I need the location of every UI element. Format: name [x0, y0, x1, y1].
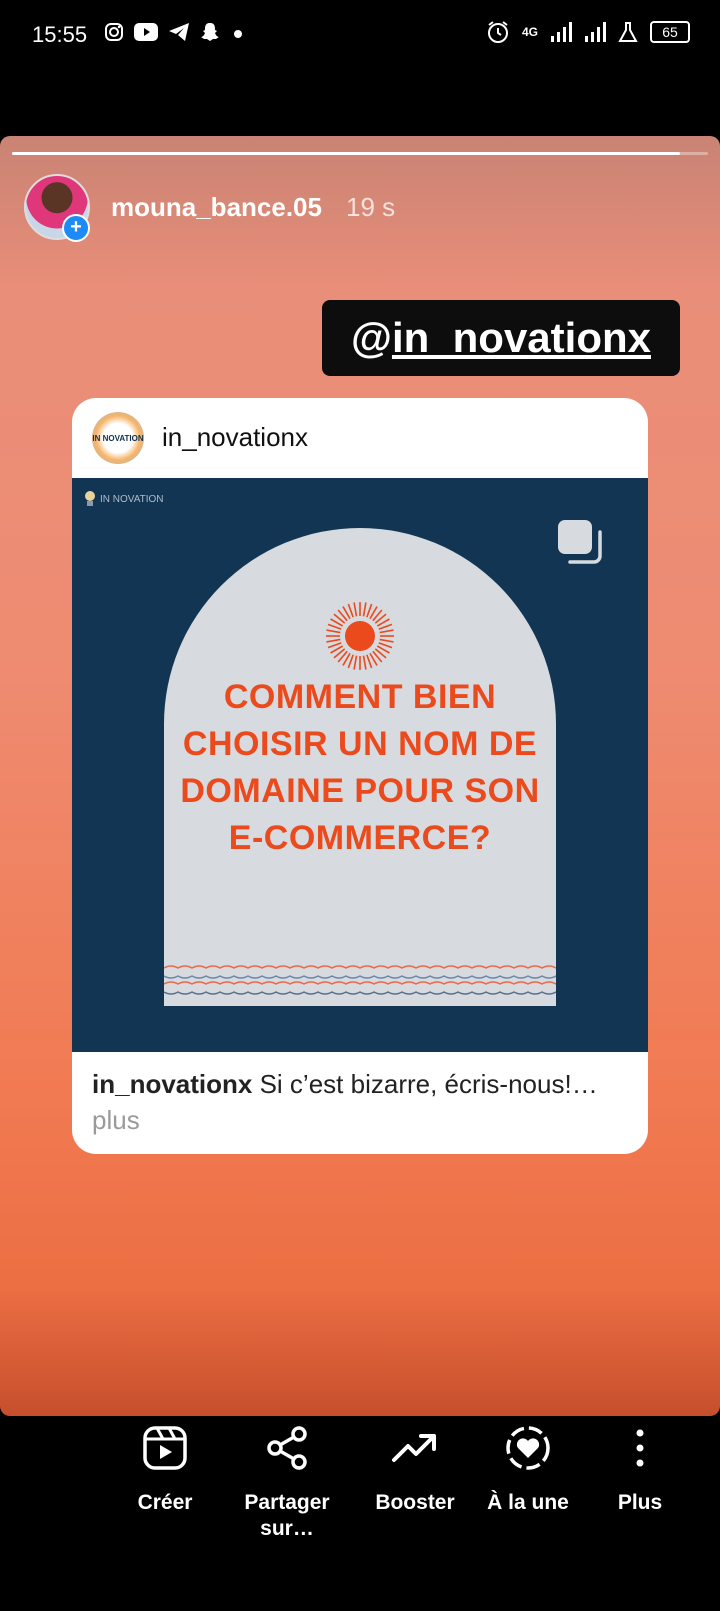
mention-at: @	[350, 314, 392, 361]
sun-icon	[326, 602, 394, 670]
caption-username[interactable]: in_novationx	[92, 1069, 252, 1099]
carousel-icon	[558, 520, 602, 564]
caption-more-link[interactable]: plus	[92, 1105, 140, 1135]
snapchat-icon	[201, 23, 219, 41]
status-bar: 15:55 4G 65	[0, 0, 720, 72]
signal-icon-2	[585, 22, 606, 42]
create-button-label: Créer	[137, 1491, 193, 1514]
youtube-icon	[134, 23, 158, 41]
dot-icon	[234, 30, 242, 38]
alarm-icon	[487, 21, 508, 43]
wave-decoration	[164, 965, 556, 995]
share-button-label: Partager sur…	[244, 1491, 330, 1540]
more-vertical-icon	[636, 1429, 644, 1467]
lab-flask-icon	[618, 22, 638, 42]
post-caption[interactable]: in_novationx Si c’est bizarre, écris-nou…	[92, 1066, 622, 1138]
signal-icon	[551, 22, 572, 42]
shared-post-card[interactable]: IN NOVATION in_novationx IN NOVATION COM…	[72, 398, 648, 1154]
add-story-icon[interactable]: +	[62, 214, 90, 242]
post-headline: COMMENT BIEN CHOISIR UN NOM DE DOMAINE P…	[180, 678, 540, 857]
reels-icon	[143, 1426, 187, 1470]
mention-handle: in_novationx	[391, 314, 651, 361]
story-actions-bar: Créer Partager sur… Booster À la une Plu…	[0, 1418, 720, 1568]
post-image[interactable]: IN NOVATION COMMENT BIEN CHOISIR UN NOM …	[72, 478, 648, 1052]
post-avatar-logo-text: IN NOVATION	[92, 433, 144, 443]
more-button-label: Plus	[617, 1491, 663, 1514]
status-right: 4G 65	[486, 20, 690, 44]
share-button[interactable]: Partager sur…	[227, 1418, 347, 1542]
post-author-handle[interactable]: in_novationx	[162, 422, 308, 453]
boost-button[interactable]: Booster	[355, 1418, 475, 1516]
post-brand-logo: IN NOVATION	[84, 490, 164, 508]
status-time: 15:55	[32, 22, 88, 47]
post-card-header[interactable]: IN NOVATION in_novationx	[72, 398, 648, 478]
story-time-ago: 19 s	[346, 192, 396, 222]
boost-button-label: Booster	[375, 1491, 455, 1514]
story-username[interactable]: mouna_bance.05	[111, 192, 322, 223]
instagram-icon	[105, 23, 123, 41]
post-brand-logo-text: IN NOVATION	[100, 493, 164, 505]
create-button[interactable]: Créer	[105, 1418, 225, 1516]
post-author-avatar[interactable]: IN NOVATION	[92, 412, 144, 464]
network-type: 4G	[521, 25, 538, 39]
share-icon	[267, 1426, 307, 1470]
telegram-icon	[169, 23, 189, 41]
trending-icon	[392, 1434, 436, 1462]
story-frame[interactable]: + mouna_bance.05 19 s @ in_novationx IN N…	[0, 136, 720, 1416]
notification-icons	[104, 22, 246, 42]
highlight-button-label: À la une	[487, 1491, 569, 1514]
highlight-button[interactable]: À la une	[468, 1418, 588, 1516]
story-progress-bar	[12, 152, 708, 155]
mention-sticker[interactable]: @ in_novationx	[322, 300, 680, 376]
lightbulb-icon	[85, 491, 95, 506]
caption-text: Si c’est bizarre, écris-nous!…	[259, 1069, 598, 1099]
highlight-heart-icon	[506, 1426, 550, 1470]
story-progress-fill	[12, 152, 681, 155]
more-button[interactable]: Plus	[580, 1418, 700, 1516]
battery-indicator: 65	[650, 21, 690, 43]
